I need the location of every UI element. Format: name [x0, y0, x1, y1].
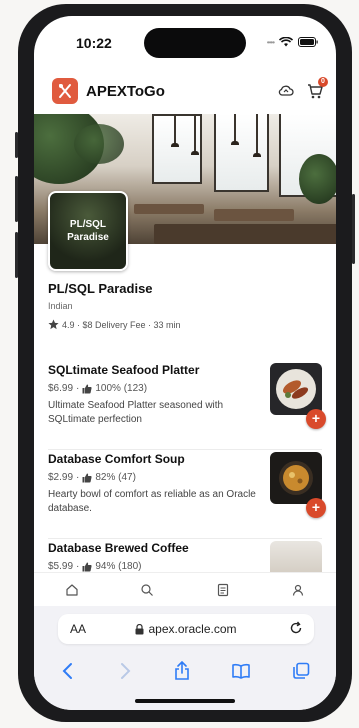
browser-nav — [34, 656, 336, 686]
star-icon — [48, 319, 59, 330]
cart-badge: 0 — [318, 77, 328, 87]
item-rating: 82% (47) — [95, 472, 136, 483]
battery-icon — [298, 37, 318, 47]
restaurant-meta-text: 4.9 · $8 Delivery Fee · 33 min — [62, 319, 181, 330]
restaurant-cuisine: Indian — [48, 301, 73, 311]
search-icon[interactable] — [140, 583, 154, 597]
back-icon[interactable] — [60, 662, 76, 680]
bookmarks-icon[interactable] — [231, 662, 251, 680]
thumbs-up-icon — [82, 384, 92, 393]
item-name: Database Brewed Coffee — [48, 541, 189, 555]
address-bar[interactable]: AA apex.oracle.com — [58, 614, 314, 644]
item-rating: 94% (180) — [95, 561, 142, 572]
add-to-cart-button[interactable]: + — [306, 409, 326, 429]
app-header: APEXToGo 0 — [34, 76, 336, 112]
orders-icon[interactable] — [216, 583, 230, 597]
restaurant-name: PL/SQL Paradise — [48, 281, 153, 296]
status-time: 10:22 — [76, 35, 112, 51]
app-logo[interactable] — [52, 78, 78, 104]
profile-icon[interactable] — [291, 583, 305, 597]
item-image-seafood — [270, 363, 322, 415]
status-icons: •••• — [267, 37, 318, 47]
item-image-soup — [270, 452, 322, 504]
logo-text-line2: Paradise — [67, 232, 109, 243]
reload-icon[interactable] — [288, 620, 304, 636]
url-display[interactable]: apex.oracle.com — [58, 622, 314, 636]
cloud-sync-icon[interactable] — [278, 84, 294, 98]
restaurant-logo-thumbnail: PL/SQL Paradise — [48, 191, 128, 271]
wifi-icon — [279, 37, 293, 47]
volume-up-button — [15, 176, 18, 222]
dynamic-island — [144, 28, 246, 58]
mute-switch — [15, 132, 18, 158]
item-description: Ultimate Seafood Platter seasoned with S… — [48, 400, 224, 425]
add-to-cart-button[interactable]: + — [306, 498, 326, 518]
item-meta: $2.99 · 82% (47) — [48, 472, 136, 483]
item-meta: $5.99 · 94% (180) — [48, 561, 142, 572]
item-price: $5.99 — [48, 561, 74, 572]
app-title: APEXToGo — [86, 83, 165, 100]
item-price: $6.99 — [48, 383, 74, 394]
list-item[interactable]: Database Comfort Soup $2.99 · 82% (47) H… — [48, 450, 326, 539]
item-name: SQLtimate Seafood Platter — [48, 363, 200, 377]
screen: 10:22 •••• APEXToGo 0 PL/SQL Paradise PL… — [34, 16, 336, 710]
logo-text-line1: PL/SQL — [69, 218, 107, 230]
thumbs-up-icon — [82, 473, 92, 482]
status-bar: 10:22 •••• — [34, 16, 336, 70]
power-button — [352, 194, 355, 264]
item-name: Database Comfort Soup — [48, 452, 185, 466]
item-description: Hearty bowl of comfort as reliable as an… — [48, 489, 256, 514]
tabs-icon[interactable] — [292, 662, 310, 680]
utensils-icon — [59, 84, 71, 98]
phone-frame: 10:22 •••• APEXToGo 0 PL/SQL Paradise PL… — [15, 4, 355, 722]
thumbs-up-icon — [82, 562, 92, 571]
home-indicator[interactable] — [135, 699, 235, 703]
item-price: $2.99 — [48, 472, 74, 483]
home-icon[interactable] — [65, 583, 79, 597]
lock-icon — [135, 623, 144, 634]
volume-down-button — [15, 232, 18, 278]
restaurant-meta: 4.9 · $8 Delivery Fee · 33 min — [48, 319, 181, 330]
cart-button[interactable]: 0 — [306, 77, 328, 100]
forward-icon[interactable] — [117, 662, 133, 680]
bottom-tab-bar — [34, 572, 336, 606]
browser-toolbar: AA apex.oracle.com — [34, 606, 336, 710]
list-item[interactable]: SQLtimate Seafood Platter $6.99 · 100% (… — [48, 361, 326, 450]
url-text: apex.oracle.com — [148, 622, 237, 636]
signal-icon: •••• — [266, 37, 275, 47]
item-rating: 100% (123) — [95, 383, 148, 394]
item-meta: $6.99 · 100% (123) — [48, 383, 148, 394]
share-icon[interactable] — [173, 661, 191, 681]
